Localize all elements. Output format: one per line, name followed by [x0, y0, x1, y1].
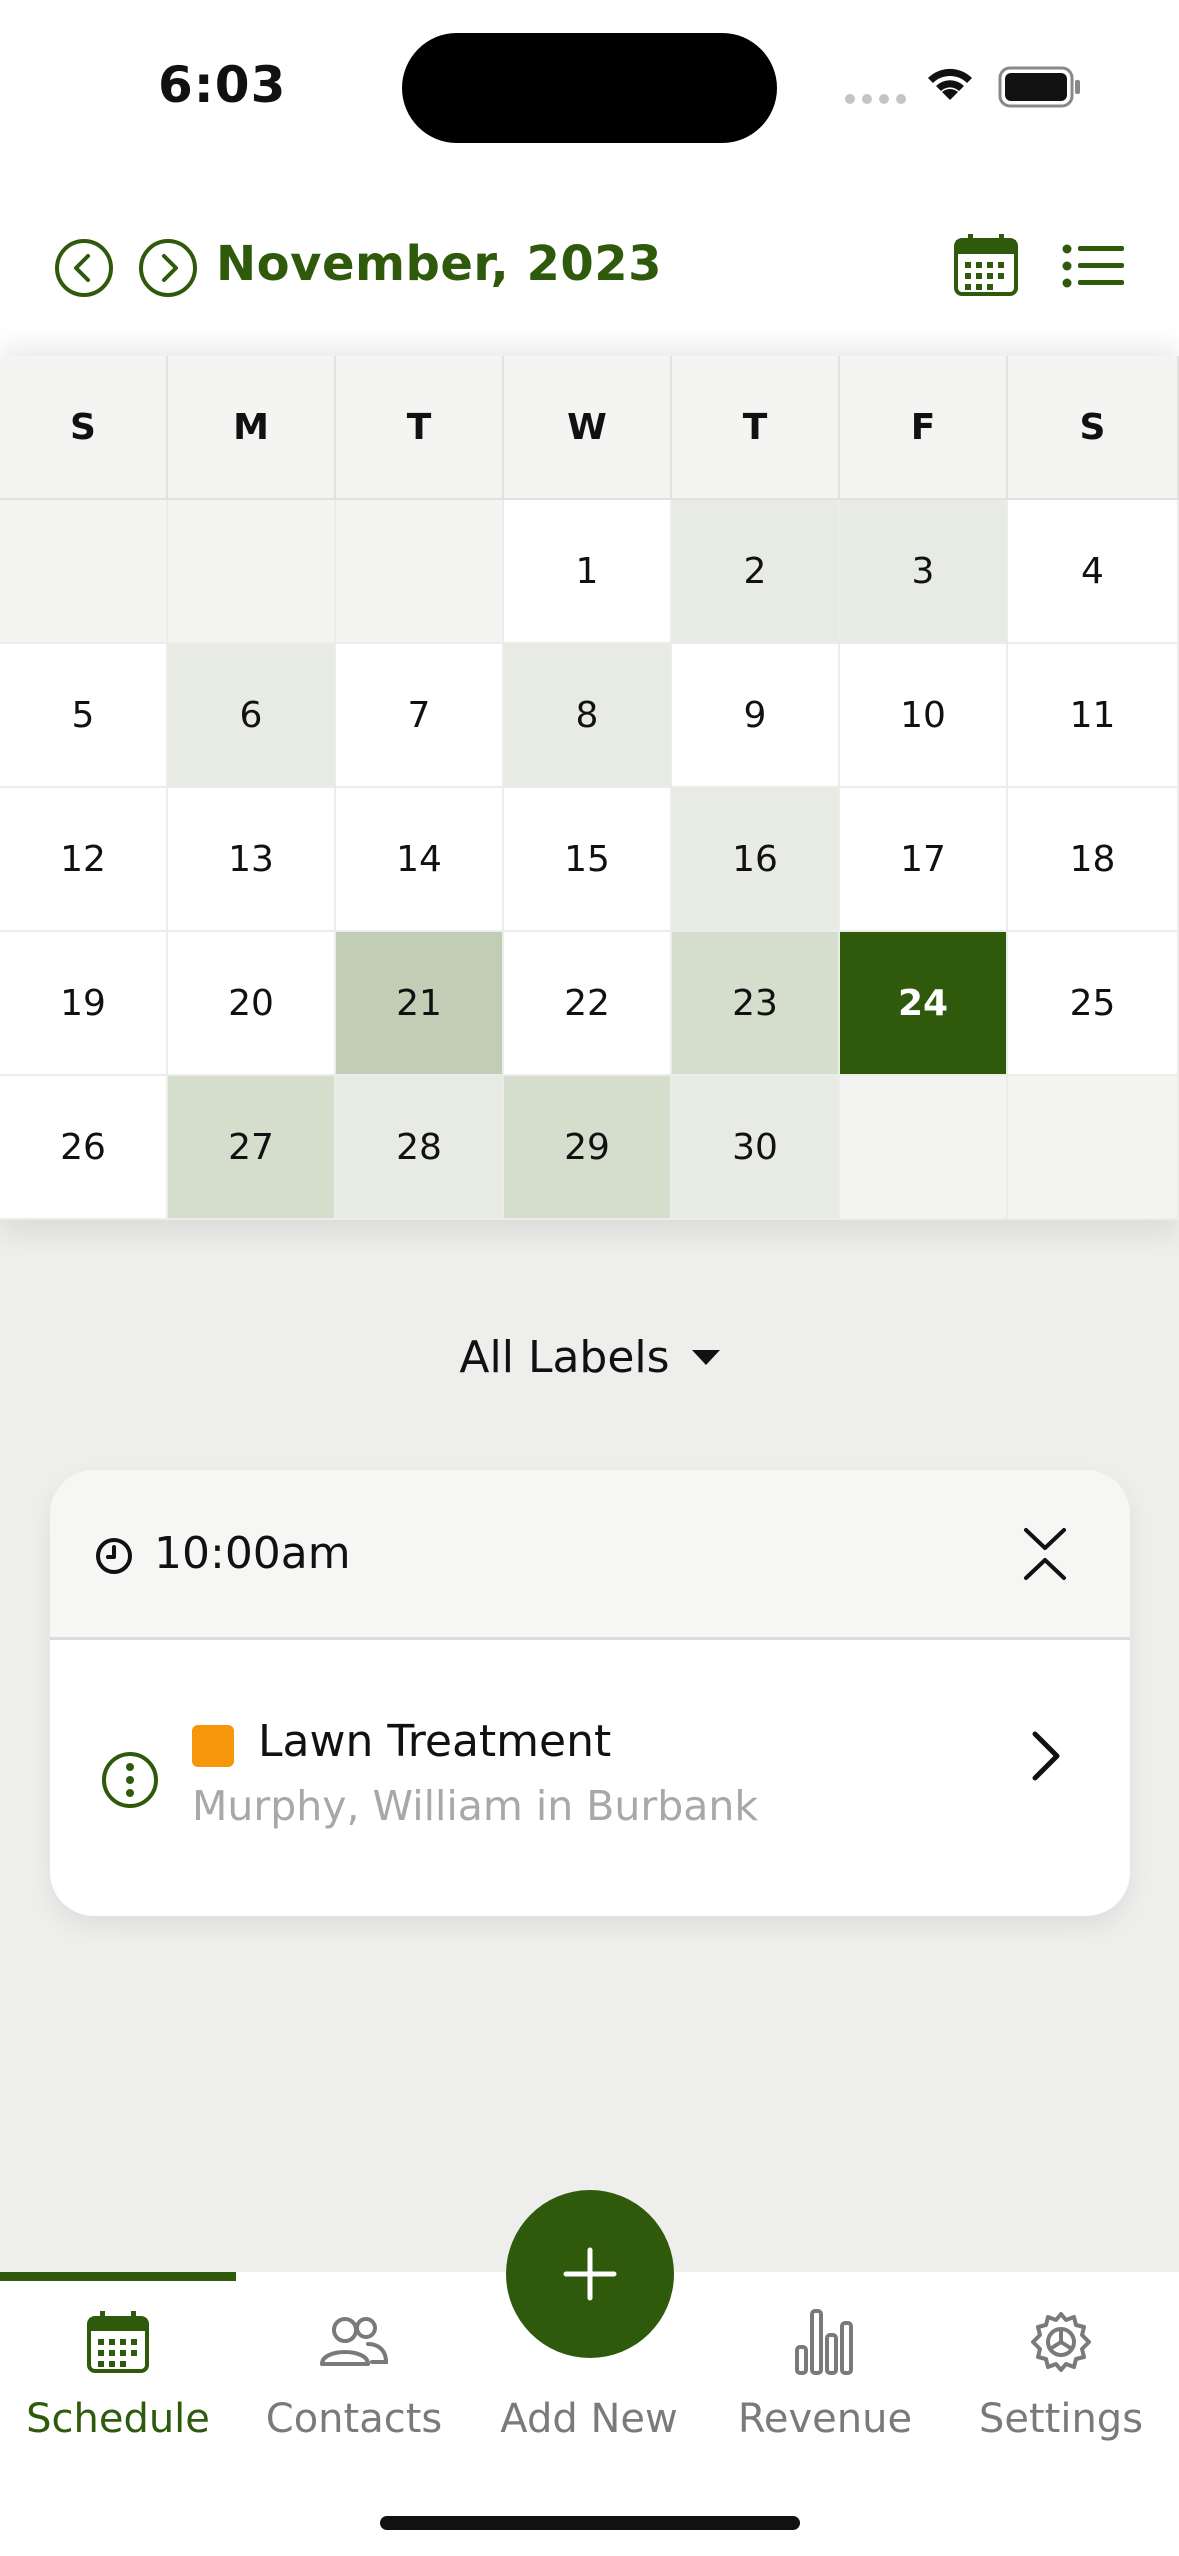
empty-day-cell: [168, 500, 336, 644]
day-cell[interactable]: 3: [840, 500, 1008, 644]
status-bar: 6:03: [0, 0, 1179, 170]
tab-label-schedule: Schedule: [26, 2396, 210, 2442]
empty-day-cell: [1008, 1076, 1179, 1220]
tab-revenue[interactable]: Revenue: [707, 2302, 943, 2442]
dynamic-island: [402, 33, 777, 143]
event-group-header[interactable]: 10:00am: [50, 1470, 1130, 1640]
bar-chart-icon: [795, 2309, 853, 2375]
event-title: Lawn Treatment: [258, 1716, 612, 1767]
event-group-card: 10:00am Lawn Treatment Murphy, William i…: [50, 1470, 1130, 1916]
day-cell[interactable]: 11: [1008, 644, 1179, 788]
day-cell[interactable]: 1: [504, 500, 672, 644]
day-cell[interactable]: 28: [336, 1076, 504, 1220]
labels-filter-dropdown[interactable]: All Labels: [0, 1332, 1179, 1383]
collapse-icon[interactable]: [1022, 1526, 1068, 1582]
chevron-right-icon[interactable]: [1025, 1728, 1065, 1784]
day-cell[interactable]: 18: [1008, 788, 1179, 932]
day-cell[interactable]: 19: [0, 932, 168, 1076]
day-cell[interactable]: 30: [672, 1076, 840, 1220]
tab-settings[interactable]: Settings: [943, 2302, 1179, 2442]
tab-label-settings: Settings: [978, 2396, 1144, 2442]
empty-day-cell: [840, 1076, 1008, 1220]
day-cell[interactable]: 12: [0, 788, 168, 932]
weekday-header: T: [336, 356, 504, 500]
empty-day-cell: [336, 500, 504, 644]
clock-icon: [96, 1538, 132, 1574]
day-cell[interactable]: 26: [0, 1076, 168, 1220]
calendar-icon: [87, 2311, 149, 2373]
day-cell[interactable]: 9: [672, 644, 840, 788]
selected-day-cell[interactable]: 24: [840, 932, 1008, 1076]
weekday-header: S: [1008, 356, 1179, 500]
day-cell[interactable]: 10: [840, 644, 1008, 788]
event-group-time: 10:00am: [154, 1528, 351, 1579]
battery-icon: [998, 66, 1080, 108]
day-cell[interactable]: 22: [504, 932, 672, 1076]
day-cell[interactable]: 23: [672, 932, 840, 1076]
list-icon[interactable]: [1062, 244, 1126, 288]
chevron-left-circle-icon[interactable]: [54, 238, 114, 298]
day-cell[interactable]: 20: [168, 932, 336, 1076]
day-cell[interactable]: 21: [336, 932, 504, 1076]
day-cell[interactable]: 2: [672, 500, 840, 644]
chevron-right-circle-icon[interactable]: [138, 238, 198, 298]
people-icon: [320, 2317, 389, 2366]
day-cell[interactable]: 17: [840, 788, 1008, 932]
day-cell[interactable]: 13: [168, 788, 336, 932]
calendar-icon[interactable]: [952, 232, 1020, 298]
day-cell[interactable]: 8: [504, 644, 672, 788]
add-new-button[interactable]: [506, 2190, 674, 2358]
day-cell[interactable]: 5: [0, 644, 168, 788]
day-cell[interactable]: 16: [672, 788, 840, 932]
labels-filter-label: All Labels: [459, 1332, 670, 1383]
month-calendar: S M T W T F S 1 2 3 4 5 6 7 8 9 10 11 12 13 14 15 16 17 18 19 20 21…: [0, 356, 1179, 1220]
day-cell[interactable]: 14: [336, 788, 504, 932]
active-tab-indicator: [0, 2272, 236, 2281]
tab-contacts[interactable]: Contacts: [236, 2302, 472, 2442]
event-row[interactable]: [50, 1640, 1130, 1916]
weekday-header: T: [672, 356, 840, 500]
event-subtitle: Murphy, William in Burbank: [192, 1782, 759, 1830]
day-cell[interactable]: 29: [504, 1076, 672, 1220]
tab-label-add-new: Add New: [500, 2396, 678, 2442]
tab-label-revenue: Revenue: [737, 2396, 913, 2442]
status-time: 6:03: [158, 56, 287, 114]
home-indicator: [380, 2516, 800, 2530]
event-label-swatch: [192, 1725, 234, 1767]
caret-down-icon: [691, 1349, 720, 1365]
empty-day-cell: [0, 500, 168, 644]
day-cell[interactable]: 25: [1008, 932, 1179, 1076]
day-cell[interactable]: 15: [504, 788, 672, 932]
day-cell[interactable]: 7: [336, 644, 504, 788]
day-cell[interactable]: 6: [168, 644, 336, 788]
day-cell[interactable]: 27: [168, 1076, 336, 1220]
weekday-header: S: [0, 356, 168, 500]
calendar-header: November, 2023: [0, 170, 1179, 356]
day-cell[interactable]: 4: [1008, 500, 1179, 644]
plus-icon: [563, 2247, 617, 2301]
wifi-icon: [928, 68, 972, 100]
weekday-header: M: [168, 356, 336, 500]
tab-schedule[interactable]: Schedule: [0, 2302, 236, 2442]
tab-label-contacts: Contacts: [265, 2396, 443, 2442]
more-vertical-icon[interactable]: [100, 1750, 160, 1810]
calendar-grid: S M T W T F S 1 2 3 4 5 6 7 8 9 10 11 12 13 14 15 16 17 18 19 20 21…: [0, 356, 1179, 1220]
weekday-header: W: [504, 356, 672, 500]
weekday-header: F: [840, 356, 1008, 500]
month-title[interactable]: November, 2023: [216, 236, 662, 292]
gear-icon: [1031, 2312, 1091, 2372]
cellular-signal-icon: [845, 94, 906, 104]
